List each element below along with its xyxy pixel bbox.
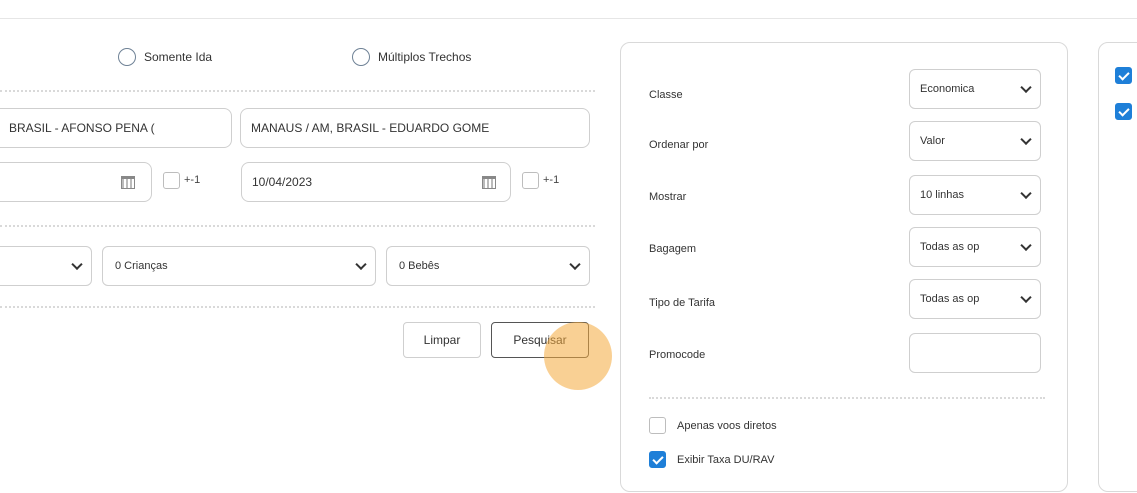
du-rav-label: Exibir Taxa DU/RAV (677, 454, 775, 466)
radio-one-way[interactable]: Somente Ida (118, 48, 212, 66)
promocode-label: Promocode (649, 349, 706, 361)
fare-type-label: Tipo de Tarifa (649, 297, 716, 309)
calendar-icon[interactable] (482, 176, 496, 189)
origin-value: BRASIL - AFONSO PENA ( (9, 121, 155, 135)
radio-circle[interactable] (352, 48, 370, 66)
chevron-down-icon (71, 258, 83, 271)
radio-circle[interactable] (118, 48, 136, 66)
chevron-down-icon (1020, 239, 1032, 252)
baggage-label: Bagagem (649, 243, 697, 255)
divider (649, 397, 1045, 399)
fare-type-value: Todas as op (920, 293, 980, 305)
radio-one-way-label: Somente Ida (144, 50, 213, 64)
divider (0, 306, 595, 308)
children-value: 0 Crianças (115, 260, 168, 272)
depart-flex-checkbox[interactable] (163, 172, 180, 189)
adults-select[interactable] (0, 246, 92, 286)
chevron-down-icon (1020, 291, 1032, 304)
depart-flex-label: +-1 (184, 174, 201, 186)
chevron-down-icon (1020, 187, 1032, 200)
clear-button[interactable]: Limpar (403, 322, 481, 358)
sort-select[interactable]: Valor (909, 121, 1041, 161)
destination-field[interactable]: MANAUS / AM, BRASIL - EDUARDO GOME (240, 108, 590, 148)
sort-value: Valor (920, 135, 945, 147)
radio-multi-label: Múltiplos Trechos (378, 50, 472, 64)
show-value: 10 linhas (920, 189, 965, 201)
direct-flights-label: Apenas voos diretos (677, 420, 777, 432)
baggage-select[interactable]: Todas as op (909, 227, 1041, 267)
infants-value: 0 Bebês (399, 260, 440, 272)
depart-date-field[interactable] (0, 162, 152, 202)
divider (0, 90, 595, 92)
origin-field[interactable]: BRASIL - AFONSO PENA ( (0, 108, 232, 148)
children-select[interactable]: 0 Crianças (102, 246, 376, 286)
extra-options-panel (1098, 42, 1137, 492)
baggage-value: Todas as op (920, 241, 980, 253)
class-value: Economica (920, 83, 975, 95)
class-select[interactable]: Economica (909, 69, 1041, 109)
chevron-down-icon (355, 258, 367, 271)
calendar-icon[interactable] (121, 176, 135, 189)
chevron-down-icon (569, 258, 581, 271)
chevron-down-icon (1020, 81, 1032, 94)
promocode-input[interactable] (909, 333, 1041, 373)
chevron-down-icon (1020, 133, 1032, 146)
return-date-field[interactable]: 10/04/2023 (241, 162, 511, 202)
click-indicator (544, 322, 612, 390)
show-label: Mostrar (649, 191, 687, 203)
infants-select[interactable]: 0 Bebês (386, 246, 590, 286)
divider (0, 225, 595, 227)
destination-value: MANAUS / AM, BRASIL - EDUARDO GOME (251, 121, 490, 135)
sort-label: Ordenar por (649, 139, 709, 151)
radio-multi-segment[interactable]: Múltiplos Trechos (352, 48, 471, 66)
du-rav-checkbox[interactable] (649, 451, 666, 468)
option-checkbox-2[interactable] (1115, 103, 1132, 120)
class-label: Classe (649, 89, 683, 101)
return-date-value: 10/04/2023 (252, 175, 313, 189)
direct-flights-checkbox[interactable] (649, 417, 666, 434)
return-flex-checkbox[interactable] (522, 172, 539, 189)
fare-type-select[interactable]: Todas as op (909, 279, 1041, 319)
show-select[interactable]: 10 linhas (909, 175, 1041, 215)
option-checkbox-1[interactable] (1115, 67, 1132, 84)
filters-panel: Classe Economica Ordenar por Valor Mostr… (620, 42, 1068, 492)
return-flex-label: +-1 (543, 174, 560, 186)
top-divider (0, 18, 1137, 19)
